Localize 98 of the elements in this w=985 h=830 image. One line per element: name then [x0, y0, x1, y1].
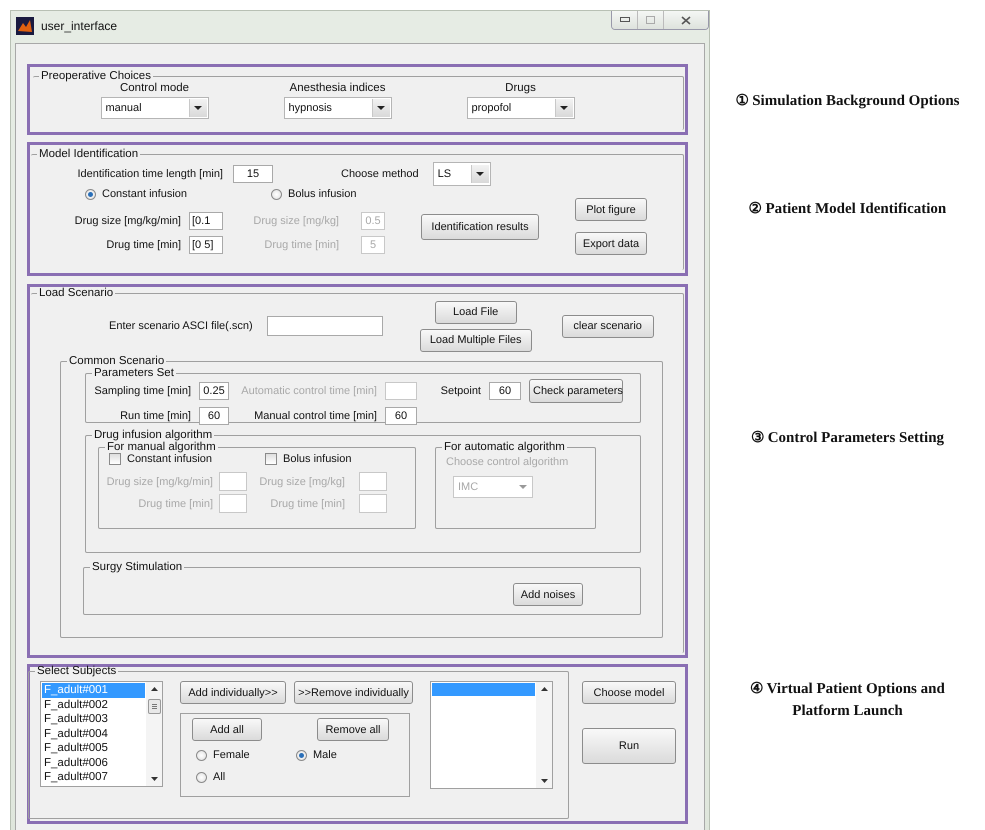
list-item[interactable]: F_adult#007 — [42, 770, 145, 784]
dropdown-label: Control mode — [120, 82, 190, 94]
close-icon — [681, 16, 691, 24]
file-name-field[interactable] — [266, 316, 383, 336]
field-label: Drug time [min] — [105, 239, 181, 251]
identification-results-button[interactable]: Identification results — [421, 214, 539, 240]
group-title: Preoperative Choices — [40, 70, 152, 82]
text-field[interactable]: 60 — [199, 407, 229, 425]
text-field[interactable]: [0.1 — [189, 212, 223, 230]
group-title: Common Scenario — [68, 355, 166, 367]
export-data-button[interactable]: Export data — [575, 232, 647, 255]
radio-label: Female — [213, 749, 250, 761]
caret-icon — [372, 99, 390, 117]
text-field[interactable]: 0.25 — [199, 382, 229, 400]
annotation-label: ④ Virtual Patient Options and Platform Launch — [749, 680, 946, 721]
scroll-down-icon[interactable] — [150, 777, 158, 781]
group-title: Surgy Stimulation — [91, 561, 184, 573]
scrollbar[interactable] — [146, 682, 162, 786]
list-item[interactable]: F_adult#003 — [42, 712, 145, 726]
checkbox-label: Constant infusion — [127, 453, 212, 465]
radio-button[interactable] — [296, 750, 307, 760]
group-title: For automatic algorithm — [443, 441, 566, 453]
caret-icon — [470, 165, 489, 183]
annotation-label: ③ Control Parameters Setting — [750, 429, 944, 447]
scrollbar[interactable] — [536, 682, 552, 788]
clear-scenario-button[interactable]: clear scenario — [562, 314, 654, 338]
dropdown[interactable]: LS — [432, 162, 491, 186]
minimize-icon — [620, 17, 630, 23]
list-item[interactable]: F_adult#005 — [42, 741, 145, 756]
annotation-label: ② Patient Model Identification — [748, 200, 946, 218]
group-title: Drug infusion algorithm — [93, 429, 214, 441]
remove-individually-button[interactable]: >>Remove individually — [294, 681, 413, 704]
radio-label: Constant infusion — [102, 188, 187, 200]
choose-model-button[interactable]: Choose model — [582, 681, 676, 704]
app-logo-icon — [16, 17, 34, 35]
radio-label: Bolus infusion — [288, 188, 356, 200]
load-file-button[interactable]: Load File — [434, 300, 517, 324]
dropdown-label: Anesthesia indices — [290, 82, 386, 94]
caret-icon — [518, 485, 526, 489]
dropdown[interactable]: propofol — [466, 97, 574, 119]
field-label: Setpoint — [440, 385, 481, 397]
field-label: Drug size [mg/kg/min] — [106, 476, 213, 488]
field-label: Automatic control time [min] — [240, 385, 377, 397]
field-label: Drug time [min] — [263, 239, 339, 251]
checkbox[interactable] — [265, 453, 277, 465]
field-label: Drug size [mg/kg] — [258, 476, 345, 488]
dropdown[interactable]: hypnosis — [284, 97, 392, 119]
text-field[interactable]: 60 — [489, 382, 521, 400]
field-label: Identification time length [min] — [76, 168, 223, 180]
annotation-label: ① Simulation Background Options — [735, 92, 960, 110]
field-label: Run time [min] — [119, 410, 191, 422]
group-title: For manual algorithm — [106, 441, 217, 453]
field-label: Drug size [mg/kg] — [252, 215, 339, 227]
field-label: Choose method — [341, 168, 419, 180]
scroll-up-icon[interactable] — [540, 687, 548, 691]
list-item[interactable]: F_adult#004 — [42, 726, 145, 741]
dropdown-label: Choose control algorithm — [446, 456, 570, 468]
minimize-button[interactable] — [612, 11, 638, 29]
scroll-down-icon[interactable] — [540, 779, 548, 783]
checkbox-label: Bolus infusion — [283, 453, 352, 465]
window-title: user_interface — [41, 19, 118, 33]
radio-button[interactable] — [196, 750, 207, 760]
run-button[interactable]: Run — [582, 728, 676, 764]
caret-icon — [554, 99, 572, 117]
text-field[interactable]: 60 — [385, 407, 417, 425]
checkbox[interactable] — [109, 453, 121, 465]
maximize-icon — [646, 16, 655, 24]
radio-label: Male — [313, 749, 337, 761]
add-all-button[interactable]: Add all — [192, 718, 262, 741]
add-individually-button[interactable]: Add individually>> — [180, 681, 286, 704]
text-field[interactable]: 15 — [233, 165, 273, 183]
load-multiple-files-button[interactable]: Load Multiple Files — [420, 328, 532, 352]
group-title: Load Scenario — [38, 287, 114, 299]
field-label: Drug size [mg/kg/min] — [74, 215, 181, 227]
radio-button[interactable] — [196, 772, 207, 782]
list-item[interactable]: F_adult#006 — [42, 756, 145, 770]
plot-figure-button[interactable]: Plot figure — [575, 198, 647, 221]
field-label: Enter scenario ASCI file(.scn) — [109, 320, 253, 332]
field-label: Drug time [min] — [269, 498, 345, 510]
remove-all-button[interactable]: Remove all — [317, 718, 389, 741]
group-title: Model Identification — [38, 148, 140, 160]
check-parameters-button[interactable]: Check parameters — [529, 379, 623, 403]
close-button[interactable] — [664, 11, 708, 29]
field-label: Drug time [min] — [137, 498, 213, 510]
dropdown-label: Drugs — [505, 82, 536, 94]
list-item[interactable]: F_adult#002 — [42, 698, 145, 712]
text-field[interactable]: [0 5] — [189, 236, 223, 254]
group-title: Parameters Set — [93, 367, 175, 379]
field-label: Sampling time [min] — [93, 385, 191, 397]
scroll-up-icon[interactable] — [150, 687, 158, 691]
field-label: Manual control time [min] — [253, 410, 377, 422]
radio-button[interactable] — [85, 188, 96, 200]
dropdown[interactable]: manual — [100, 97, 208, 119]
group-title: Select Subjects — [36, 665, 118, 677]
radio-button[interactable] — [271, 188, 282, 200]
caret-icon — [188, 99, 206, 117]
radio-label: All — [213, 771, 226, 783]
add-noises-button[interactable]: Add noises — [513, 583, 583, 606]
